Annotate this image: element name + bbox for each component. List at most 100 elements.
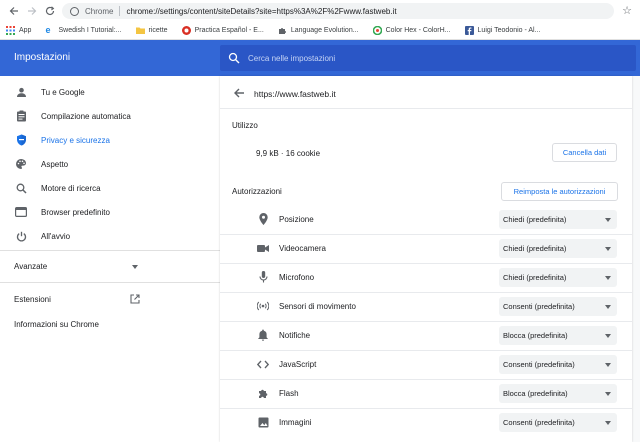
select-value: Chiedi (predefinita) (503, 215, 567, 224)
sidebar-item-label: Motore di ricerca (41, 183, 101, 193)
sidebar-item-allavvio[interactable]: All'avvio (0, 226, 220, 246)
palette-icon (14, 157, 28, 171)
permission-select-microfono[interactable]: Chiedi (predefinita) (499, 268, 617, 287)
puzzle-icon (256, 386, 270, 400)
sidebar-item-motore[interactable]: Motore di ricerca (0, 178, 220, 198)
reset-permissions-button[interactable]: Reimposta le autorizzazioni (501, 182, 618, 201)
site-title: https://www.fastweb.it (254, 89, 336, 99)
apps-grid-icon (6, 26, 15, 35)
bookmark-label: Language Evolution... (290, 27, 359, 34)
bookmark-swedish[interactable]: e Swedish I Tutorial:... (45, 26, 121, 35)
clear-data-button[interactable]: Cancella dati (552, 143, 617, 162)
search-icon (14, 181, 28, 195)
permission-label: Videocamera (279, 244, 326, 253)
address-separator (119, 6, 121, 16)
permission-select-videocamera[interactable]: Chiedi (predefinita) (499, 239, 617, 258)
reload-button[interactable] (42, 3, 58, 19)
permission-select-immagini[interactable]: Consenti (predefinita) (499, 413, 617, 432)
permission-row-flash: Flash Blocca (predefinita) (220, 379, 632, 408)
sidebar-item-tu-e-google[interactable]: Tu e Google (0, 82, 220, 102)
videocam-icon (256, 241, 270, 255)
permission-label: Flash (279, 389, 299, 398)
image-icon (256, 415, 270, 429)
bookmark-label: App (19, 27, 32, 34)
shield-icon (14, 133, 28, 147)
person-icon (14, 85, 28, 99)
sidebar-item-label: Browser predefinito (41, 207, 110, 217)
permission-label: Posizione (279, 215, 314, 224)
permission-select-posizione[interactable]: Chiedi (predefinita) (499, 210, 617, 229)
open-in-new-icon (130, 294, 140, 304)
select-value: Chiedi (predefinita) (503, 244, 567, 253)
sidebar-item-browser-predefinito[interactable]: Browser predefinito (0, 202, 220, 222)
forward-button[interactable] (24, 3, 40, 19)
sidebar-advanced-label: Avanzate (14, 262, 48, 271)
usage-value: 9,9 kB · 16 cookie (256, 149, 321, 158)
permission-row-microfono: Microfono Chiedi (predefinita) (220, 263, 632, 292)
permission-select-javascript[interactable]: Consenti (predefinita) (499, 355, 617, 374)
select-value: Consenti (predefinita) (503, 302, 575, 311)
bookmark-label: Luigi Teodonio - Al... (477, 27, 541, 34)
permission-row-notifiche: Notifiche Blocca (predefinita) (220, 321, 632, 350)
facebook-icon (464, 26, 474, 35)
permission-label: Notifiche (279, 331, 311, 340)
select-value: Blocca (predefinita) (503, 389, 568, 398)
browser-toolbar: Chrome chrome://settings/content/siteDet… (0, 0, 640, 22)
bookmark-ricette[interactable]: ricette (135, 26, 168, 35)
dropdown-caret-icon (605, 392, 611, 396)
sidebar-item-label: Estensioni (14, 295, 51, 304)
sidebar-item-label: Aspetto (41, 159, 69, 169)
sidebar-item-informazioni[interactable]: Informazioni su Chrome (14, 320, 99, 329)
bookmark-app[interactable]: App (6, 26, 31, 35)
sidebar-item-estensioni[interactable]: Estensioni (14, 294, 144, 304)
select-value: Chiedi (predefinita) (503, 273, 567, 282)
bookmark-label: Swedish I Tutorial:... (58, 27, 122, 34)
select-value: Consenti (predefinita) (503, 418, 575, 427)
settings-sidebar: Tu e Google Compilazione automatica Priv… (0, 76, 220, 442)
select-value: Consenti (predefinita) (503, 360, 575, 369)
back-arrow-icon[interactable] (232, 86, 246, 100)
bell-icon (256, 328, 270, 342)
permission-row-immagini: Immagini Consenti (predefinita) (220, 408, 632, 437)
reload-icon (45, 6, 55, 16)
permission-select-sensori[interactable]: Consenti (predefinita) (499, 297, 617, 316)
sidebar-item-label: Informazioni su Chrome (14, 320, 99, 329)
bookmark-practica[interactable]: Practica Español - E... (181, 26, 264, 35)
usage-heading: Utilizzo (232, 121, 258, 130)
arrow-right-icon (28, 7, 37, 15)
permission-row-posizione: Posizione Chiedi (predefinita) (220, 205, 632, 234)
location-pin-icon (256, 212, 270, 226)
permission-row-sensori: Sensori di movimento Consenti (predefini… (220, 292, 632, 321)
practica-icon (181, 26, 191, 35)
permission-row-javascript: JavaScript Consenti (predefinita) (220, 350, 632, 379)
clipboard-icon (14, 109, 28, 123)
address-bar[interactable]: Chrome chrome://settings/content/siteDet… (62, 3, 614, 19)
code-icon (256, 357, 270, 371)
bookmark-label: Color Hex - ColorH... (385, 27, 451, 34)
sensors-icon (256, 299, 270, 313)
settings-search-input[interactable]: Cerca nelle impostazioni (220, 45, 636, 71)
permission-label: Sensori di movimento (279, 302, 356, 311)
permission-select-flash[interactable]: Blocca (predefinita) (499, 384, 617, 403)
dropdown-caret-icon (605, 276, 611, 280)
divider (220, 108, 632, 109)
address-chip: Chrome (85, 6, 114, 16)
dropdown-caret-icon (605, 363, 611, 367)
sidebar-advanced-toggle[interactable]: Avanzate (14, 262, 144, 271)
sidebar-item-label: Privacy e sicurezza (41, 135, 110, 145)
bookmarks-bar: App e Swedish I Tutorial:... ricette Pra… (0, 22, 640, 40)
permission-select-notifiche[interactable]: Blocca (predefinita) (499, 326, 617, 345)
bookmark-star-icon[interactable]: ☆ (622, 4, 632, 17)
page-title: Impostazioni (14, 52, 71, 63)
chrome-site-icon (70, 6, 79, 16)
bookmark-luigi[interactable]: Luigi Teodonio - Al... (464, 26, 541, 35)
bookmark-language[interactable]: Language Evolution... (278, 26, 359, 35)
sidebar-item-compilazione[interactable]: Compilazione automatica (0, 106, 220, 126)
sidebar-item-privacy[interactable]: Privacy e sicurezza (0, 130, 220, 150)
back-button[interactable] (6, 3, 22, 19)
permission-row-videocamera: Videocamera Chiedi (predefinita) (220, 234, 632, 263)
dropdown-caret-icon (605, 305, 611, 309)
bookmark-colorhex[interactable]: Color Hex - ColorH... (372, 26, 451, 35)
sidebar-item-aspetto[interactable]: Aspetto (0, 154, 220, 174)
dropdown-caret-icon (605, 218, 611, 222)
